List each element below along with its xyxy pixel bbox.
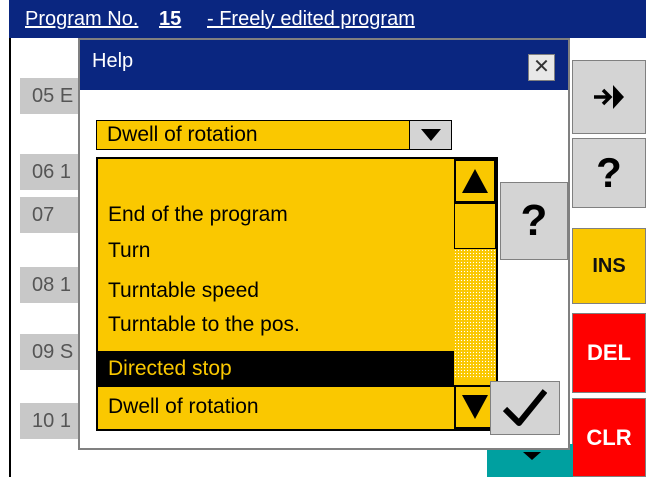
list-item-selected[interactable]: Directed stop	[98, 351, 454, 387]
command-select-value: Dwell of rotation	[107, 123, 258, 146]
scroll-up-button[interactable]	[454, 159, 496, 203]
clr-label: CLR	[586, 424, 632, 450]
enter-button[interactable]	[572, 60, 646, 134]
close-button[interactable]: ✕	[528, 54, 555, 81]
del-label: DEL	[587, 340, 631, 365]
program-number: 15	[159, 8, 182, 30]
ins-button[interactable]: INS	[572, 228, 646, 304]
ins-label: INS	[592, 254, 626, 277]
row-number: 10	[32, 410, 55, 432]
program-row-06[interactable]: 06 1	[20, 154, 80, 190]
row-cmd: E	[59, 85, 74, 107]
ok-button[interactable]	[490, 381, 560, 435]
list-item[interactable]: End of the program	[98, 197, 454, 233]
chevron-down-icon	[420, 129, 441, 141]
row-number: 09	[32, 341, 55, 363]
program-description: - Freely edited program	[207, 8, 415, 30]
program-row-05[interactable]: 05 E	[20, 78, 80, 114]
enter-arrow-icon	[594, 85, 624, 109]
program-row-07[interactable]: 07	[20, 197, 80, 233]
clr-button[interactable]: CLR	[572, 398, 646, 477]
program-title-bar: Program No. 15 - Freely edited program	[9, 0, 646, 38]
program-label: Program No.	[25, 8, 139, 30]
left-border	[9, 38, 11, 477]
chevron-down-icon	[523, 452, 541, 460]
chevron-up-icon	[462, 169, 488, 193]
program-row-09[interactable]: 09 S	[20, 334, 80, 370]
scroll-thumb[interactable]	[454, 203, 496, 249]
close-icon: ✕	[533, 56, 550, 78]
help-label: ?	[596, 149, 622, 196]
command-select[interactable]: Dwell of rotation	[96, 120, 452, 150]
del-button[interactable]: DEL	[572, 313, 646, 393]
chevron-down-icon	[462, 395, 488, 419]
scroll-track[interactable]	[454, 249, 496, 379]
program-row-08[interactable]: 08 1	[20, 267, 80, 303]
row-cmd: 1	[59, 410, 71, 432]
list-item[interactable]: Turntable to the pos.	[98, 307, 454, 343]
row-cmd: S	[59, 341, 74, 363]
dialog-title: Help	[92, 50, 134, 72]
row-number: 05	[32, 85, 55, 107]
row-number: 08	[32, 274, 55, 296]
list-item[interactable]: Dwell of rotation	[98, 389, 454, 425]
help-button[interactable]: ?	[572, 138, 646, 208]
row-cmd: 1	[59, 274, 71, 296]
dialog-help-label: ?	[520, 196, 548, 245]
list-item[interactable]: Turn	[98, 233, 454, 269]
list-item[interactable]	[98, 159, 454, 195]
program-row-10[interactable]: 10 1	[20, 403, 80, 439]
row-cmd: 1	[59, 161, 71, 183]
help-dialog: Help ✕ Dwell of rotation End of the prog…	[78, 38, 570, 450]
command-list: End of the program Turn Turntable speed …	[96, 157, 498, 431]
check-icon	[503, 389, 547, 426]
dialog-title-bar: Help ✕	[80, 40, 568, 90]
row-number: 07	[32, 204, 55, 226]
list-item[interactable]: Turntable speed	[98, 273, 454, 309]
row-number: 06	[32, 161, 55, 183]
dropdown-button[interactable]	[409, 121, 451, 149]
dialog-help-button[interactable]: ?	[500, 182, 568, 260]
